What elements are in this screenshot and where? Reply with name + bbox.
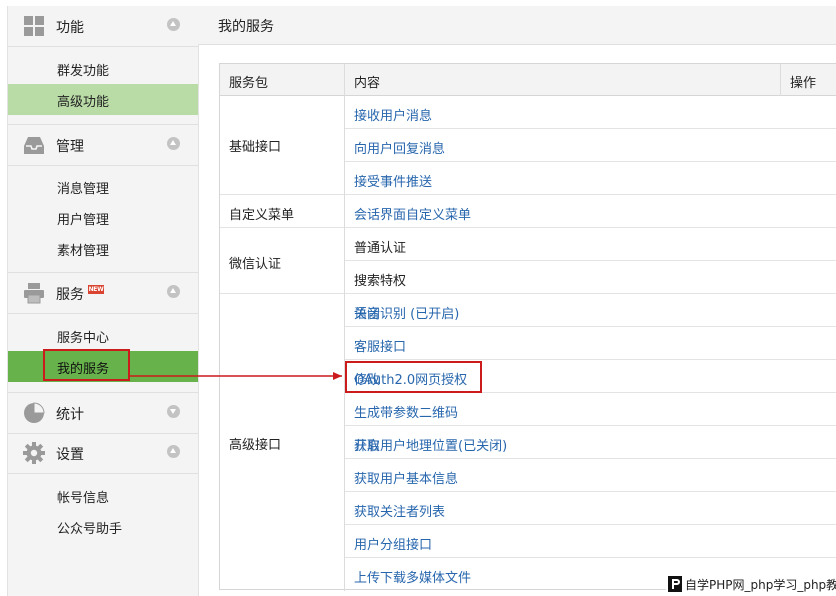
watermark: 自学PHP网_php学习_php教 [666,572,836,596]
watermark-text: 自学PHP网_php学习_php教 [685,578,836,592]
annotation-arrow [130,372,342,380]
watermark-logo-icon [668,576,682,592]
